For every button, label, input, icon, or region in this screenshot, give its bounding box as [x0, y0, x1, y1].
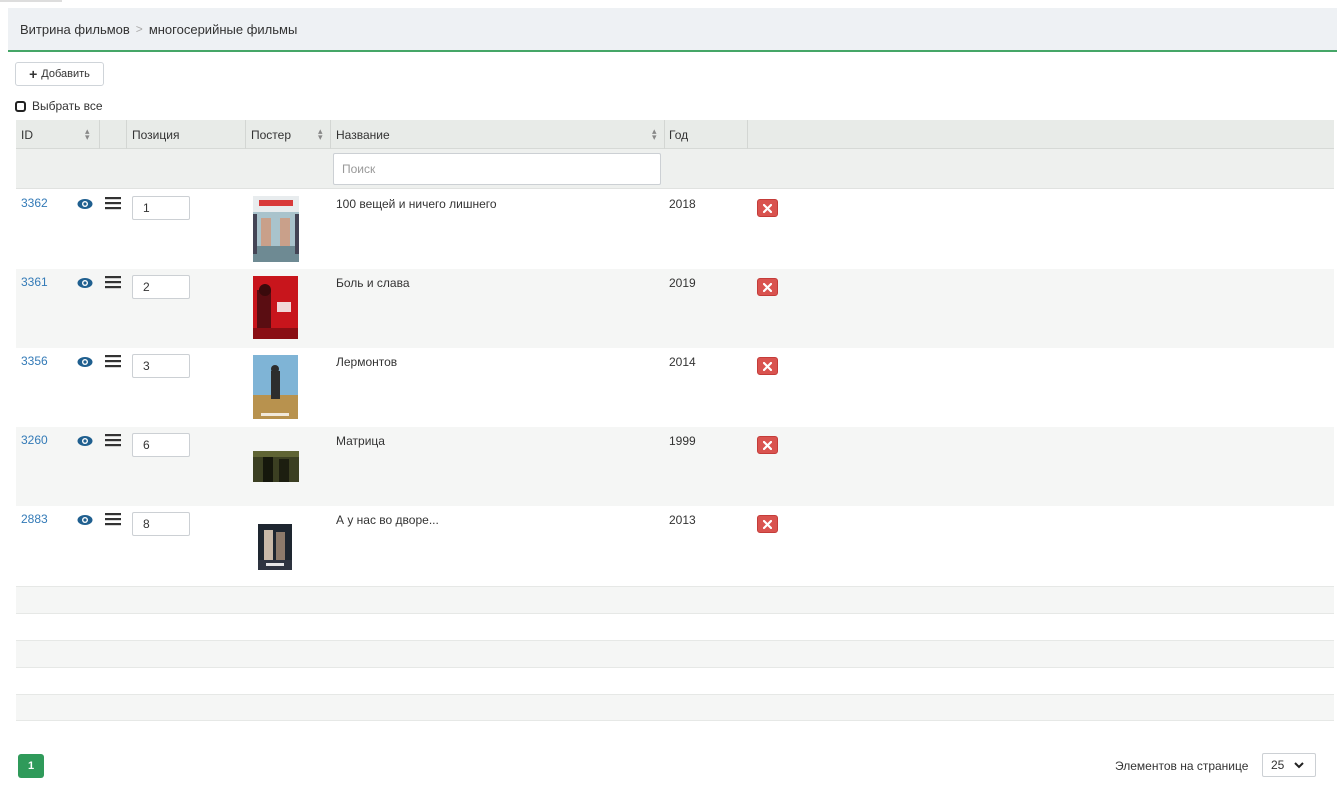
row-year: 2013: [669, 513, 696, 527]
drag-handle-icon[interactable]: [105, 354, 121, 368]
filter-row: [16, 149, 1334, 189]
table-row: 3356 Лермонтов 2014: [16, 348, 1334, 427]
eye-icon[interactable]: [77, 435, 93, 447]
delete-button[interactable]: [757, 199, 778, 217]
empty-row: [16, 586, 1334, 613]
row-id-link[interactable]: 3260: [21, 433, 48, 447]
per-page-label: Элементов на странице: [1115, 759, 1249, 773]
position-input[interactable]: [132, 196, 190, 220]
close-icon: [763, 282, 772, 292]
poster-thumbnail: [253, 196, 299, 262]
close-icon: [763, 519, 772, 529]
title-search-input[interactable]: [333, 153, 661, 185]
select-all-checkbox[interactable]: [15, 100, 26, 112]
row-title: Лермонтов: [336, 355, 398, 369]
chevron-down-icon: [1294, 761, 1305, 768]
page-button-current[interactable]: 1: [18, 754, 44, 778]
column-header-poster[interactable]: Постер: [251, 120, 291, 149]
column-header-title[interactable]: Название: [336, 120, 390, 149]
table-row: 2883 А у нас во дворе... 2013: [16, 506, 1334, 585]
row-id-link[interactable]: 3361: [21, 275, 48, 289]
row-title: 100 вещей и ничего лишнего: [336, 197, 497, 211]
close-icon: [763, 361, 772, 371]
row-title: Матрица: [336, 434, 385, 448]
position-input[interactable]: [132, 433, 190, 457]
breadcrumb: Витрина фильмов > многосерийные фильмы: [8, 8, 1337, 52]
column-header-id[interactable]: ID: [21, 120, 33, 149]
breadcrumb-root[interactable]: Витрина фильмов: [20, 22, 130, 37]
eye-icon[interactable]: [77, 277, 93, 289]
delete-button[interactable]: [757, 357, 778, 375]
empty-row: [16, 667, 1334, 694]
row-title: Боль и слава: [336, 276, 410, 290]
column-header-position[interactable]: Позиция: [132, 120, 179, 149]
table-row: 3260 Матрица 1999: [16, 427, 1334, 506]
sort-icon[interactable]: ▴ ▾: [652, 127, 657, 142]
row-year: 2014: [669, 355, 696, 369]
row-year: 2019: [669, 276, 696, 290]
poster-thumbnail: [253, 451, 299, 482]
delete-button[interactable]: [757, 515, 778, 533]
empty-row: [16, 640, 1334, 667]
row-id-link[interactable]: 3356: [21, 354, 48, 368]
poster-thumbnail: [253, 276, 298, 339]
close-icon: [763, 440, 772, 450]
poster-thumbnail: [253, 355, 298, 419]
row-year: 1999: [669, 434, 696, 448]
sort-icon[interactable]: ▴ ▾: [318, 127, 323, 142]
position-input[interactable]: [132, 275, 190, 299]
per-page-select[interactable]: 25: [1262, 753, 1316, 777]
per-page-value: 25: [1271, 758, 1285, 772]
row-id-link[interactable]: 3362: [21, 196, 48, 210]
select-all[interactable]: Выбрать все: [15, 99, 103, 113]
drag-handle-icon[interactable]: [105, 275, 121, 289]
delete-button[interactable]: [757, 278, 778, 296]
position-input[interactable]: [132, 354, 190, 378]
drag-handle-icon[interactable]: [105, 433, 121, 447]
eye-icon[interactable]: [77, 198, 93, 210]
row-title: А у нас во дворе...: [336, 513, 439, 527]
add-button-label: Добавить: [41, 68, 90, 80]
drag-handle-icon[interactable]: [105, 196, 121, 210]
breadcrumb-current: многосерийные фильмы: [148, 21, 298, 37]
table-row: 3362 100 вещей и ничего лишнего 2018: [16, 190, 1334, 269]
sort-icon[interactable]: ▴ ▾: [85, 127, 90, 142]
breadcrumb-separator: >: [135, 22, 143, 36]
plus-icon: +: [29, 66, 38, 82]
empty-row: [16, 694, 1334, 721]
column-header-year[interactable]: Год: [669, 120, 688, 149]
top-line: [0, 0, 62, 2]
drag-handle-icon[interactable]: [105, 512, 121, 526]
row-year: 2018: [669, 197, 696, 211]
select-all-label: Выбрать все: [32, 99, 103, 113]
position-input[interactable]: [132, 512, 190, 536]
row-id-link[interactable]: 2883: [21, 512, 48, 526]
eye-icon[interactable]: [77, 356, 93, 368]
poster-thumbnail: [258, 524, 292, 570]
empty-row: [16, 613, 1334, 640]
close-icon: [763, 203, 772, 213]
delete-button[interactable]: [757, 436, 778, 454]
add-button[interactable]: + Добавить: [15, 62, 104, 86]
table-header: ID ▴ ▾ Позиция Постер ▴ ▾ Название ▴ ▾ Год: [16, 120, 1334, 149]
table-row: 3361 Боль и слава 2019: [16, 269, 1334, 348]
eye-icon[interactable]: [77, 514, 93, 526]
